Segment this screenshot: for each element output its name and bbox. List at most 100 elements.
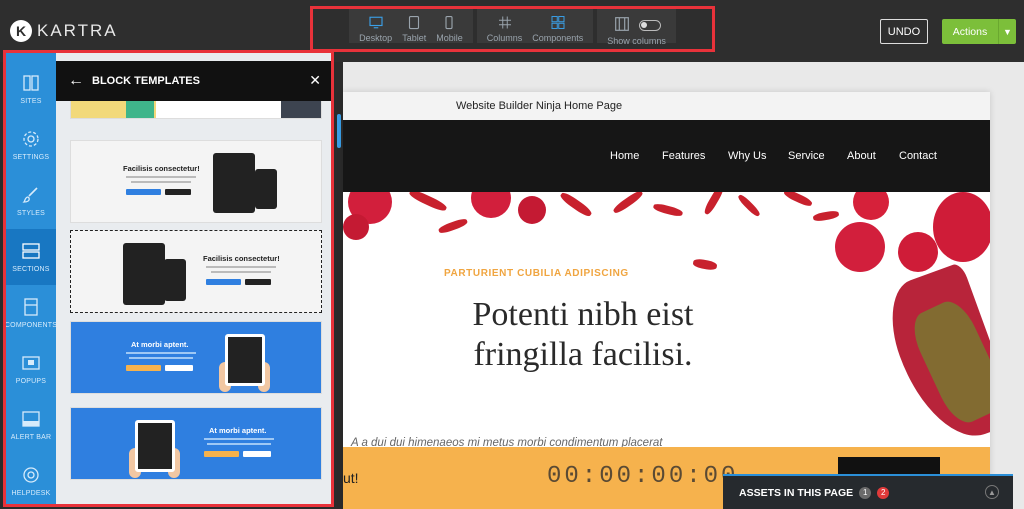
popup-icon bbox=[22, 356, 40, 370]
goji-berry-image bbox=[558, 192, 594, 219]
columns-icon bbox=[498, 16, 511, 29]
goji-berry-image bbox=[702, 192, 726, 216]
template-thumb-2[interactable]: Facilisis consectetur! bbox=[70, 140, 322, 223]
template-thumb-5[interactable]: At morbi aptent. bbox=[70, 407, 322, 480]
nav-features[interactable]: Features bbox=[662, 150, 705, 162]
hero-kicker: PARTURIENT CUBILIA ADIPISCING bbox=[444, 268, 629, 279]
columns-button[interactable]: Columns bbox=[487, 15, 522, 43]
nav-service[interactable]: Service bbox=[788, 150, 825, 162]
editor-canvas: Website Builder Ninja Home Page Home Fea… bbox=[343, 62, 1024, 509]
template-thumb-3[interactable]: Facilisis consectetur! bbox=[70, 230, 322, 313]
desktop-icon bbox=[369, 16, 383, 29]
mobile-icon bbox=[445, 15, 454, 30]
assets-alert-badge: 2 bbox=[877, 486, 890, 499]
template-heading: Facilisis consectetur! bbox=[203, 254, 280, 263]
back-arrow-icon[interactable]: ← bbox=[68, 72, 84, 90]
sidebar-item-label: STYLES bbox=[16, 210, 46, 217]
sidebar-item-alert-bar[interactable]: ALERT BAR bbox=[6, 397, 56, 453]
sidebar-item-components[interactable]: COMPONENTS bbox=[6, 285, 57, 341]
mobile-label: Mobile bbox=[436, 33, 463, 43]
goji-berry-image bbox=[692, 257, 718, 272]
sidebar-icon-bar: SITES SETTINGS STYLES SECTIONS COMPONENT… bbox=[6, 53, 57, 504]
nav-home[interactable]: Home bbox=[610, 150, 639, 162]
panel-header: ← BLOCK TEMPLATES ✕ bbox=[56, 61, 331, 101]
template-heading: At morbi aptent. bbox=[209, 426, 267, 435]
page-preview: Website Builder Ninja Home Page Home Fea… bbox=[343, 92, 990, 509]
logo-text: KARTRA bbox=[37, 21, 118, 40]
actions-button[interactable]: Actions ▼ bbox=[942, 19, 1016, 44]
show-columns-icon bbox=[614, 17, 629, 31]
goji-berry-image bbox=[812, 209, 840, 223]
actions-label: Actions bbox=[952, 25, 988, 38]
sidebar-item-label: HELPDESK bbox=[11, 490, 51, 497]
sidebar-item-sections[interactable]: SECTIONS bbox=[6, 229, 56, 285]
goji-berry-image bbox=[652, 202, 684, 218]
components-icon bbox=[551, 16, 565, 29]
undo-button[interactable]: UNDO bbox=[880, 19, 928, 44]
tablet-button[interactable]: Tablet bbox=[402, 15, 426, 43]
template-thumb-1[interactable] bbox=[70, 101, 322, 119]
template-heading: At morbi aptent. bbox=[131, 340, 189, 349]
countdown-timer: 00:00:00:00 bbox=[547, 463, 739, 490]
goji-berry-image bbox=[407, 192, 449, 214]
assets-count-badge: 1 bbox=[859, 486, 872, 499]
chevron-down-icon[interactable]: ▼ bbox=[998, 19, 1016, 44]
sidebar-item-popups[interactable]: POPUPS bbox=[6, 341, 56, 397]
tablet-label: Tablet bbox=[402, 33, 427, 43]
sidebar-item-label: SETTINGS bbox=[12, 154, 50, 161]
nav-why-us[interactable]: Why Us bbox=[728, 150, 767, 162]
components-button[interactable]: Components bbox=[532, 15, 583, 43]
layout-group: Columns Components bbox=[476, 9, 594, 43]
raspberry-image bbox=[343, 214, 369, 240]
kartra-logo[interactable]: K KARTRA bbox=[10, 20, 118, 42]
gear-icon bbox=[23, 131, 39, 147]
raspberry-image bbox=[933, 192, 990, 262]
goji-berry-image bbox=[437, 217, 469, 235]
sidebar-item-label: POPUPS bbox=[15, 378, 47, 385]
desktop-button[interactable]: Desktop bbox=[359, 15, 392, 43]
toggle-switch[interactable] bbox=[638, 20, 661, 31]
components-label: Components bbox=[532, 33, 584, 43]
sidebar-item-label: SECTIONS bbox=[12, 266, 50, 273]
assets-bar[interactable]: ASSETS IN THIS PAGE 1 2 ▲ bbox=[723, 474, 1013, 509]
headline-line-1: Potenti nibh eist bbox=[472, 296, 694, 333]
raspberry-image bbox=[835, 222, 885, 272]
brush-icon bbox=[22, 187, 38, 203]
goji-berry-image bbox=[782, 192, 814, 208]
lifebuoy-icon bbox=[23, 467, 39, 483]
hero-section: PARTURIENT CUBILIA ADIPISCING Potenti ni… bbox=[343, 192, 990, 447]
raspberry-image bbox=[518, 196, 546, 224]
page-title: Website Builder Ninja Home Page bbox=[456, 100, 623, 112]
sections-icon bbox=[22, 243, 40, 259]
countdown-lead-text: ut! bbox=[343, 470, 359, 486]
block-templates-panel: ← BLOCK TEMPLATES ✕ Facilisis consectetu… bbox=[56, 53, 331, 504]
nav-contact[interactable]: Contact bbox=[899, 150, 937, 162]
view-toolbar: Desktop Tablet Mobile Columns Components bbox=[310, 6, 715, 52]
show-columns-label: Show columns bbox=[607, 36, 666, 46]
sites-icon bbox=[23, 75, 39, 91]
template-thumb-4[interactable]: At morbi aptent. bbox=[70, 321, 322, 394]
mobile-button[interactable]: Mobile bbox=[436, 15, 463, 43]
tablet-icon bbox=[409, 15, 420, 30]
logo-mark-icon: K bbox=[10, 20, 32, 42]
show-columns-toggle[interactable]: Show columns bbox=[607, 15, 666, 46]
goji-berry-image bbox=[611, 192, 645, 216]
chevron-up-icon[interactable]: ▲ bbox=[985, 485, 999, 499]
alert-bar-icon bbox=[22, 411, 40, 427]
left-sidebar-panel: SITES SETTINGS STYLES SECTIONS COMPONENT… bbox=[3, 50, 334, 507]
site-nav: Home Features Why Us Service About Conta… bbox=[343, 120, 990, 192]
sidebar-item-settings[interactable]: SETTINGS bbox=[6, 117, 56, 173]
sidebar-item-helpdesk[interactable]: HELPDESK bbox=[6, 453, 56, 504]
page-titlebar: Website Builder Ninja Home Page bbox=[343, 92, 990, 120]
sidebar-item-styles[interactable]: STYLES bbox=[6, 173, 56, 229]
components-icon bbox=[24, 298, 38, 316]
device-group: Desktop Tablet Mobile bbox=[349, 9, 473, 43]
close-icon[interactable]: ✕ bbox=[309, 72, 321, 89]
hero-subtext: A a dui dui himenaeos mi metus morbi con… bbox=[351, 437, 663, 447]
raspberry-image bbox=[471, 192, 511, 218]
assets-label: ASSETS IN THIS PAGE bbox=[739, 486, 854, 499]
sidebar-item-sites[interactable]: SITES bbox=[6, 61, 56, 117]
headline-line-2: fringilla facilisi. bbox=[473, 336, 693, 373]
panel-scrollbar[interactable] bbox=[337, 114, 341, 148]
nav-about[interactable]: About bbox=[847, 150, 876, 162]
